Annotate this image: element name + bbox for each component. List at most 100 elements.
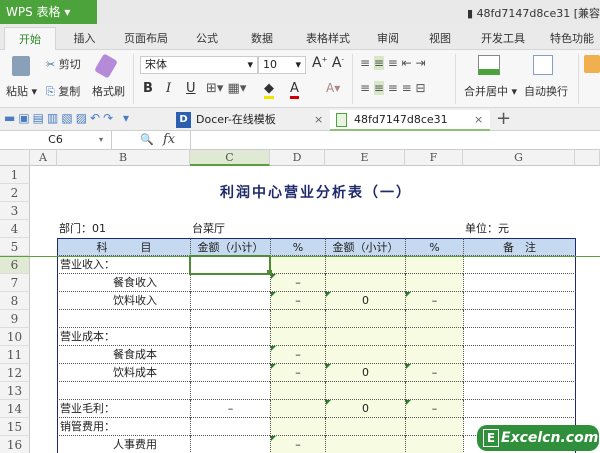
cell-c14[interactable]: – bbox=[190, 400, 270, 418]
name-box[interactable]: C6 ▾ bbox=[0, 131, 112, 150]
cell-b11[interactable]: 餐食成本 bbox=[57, 346, 190, 364]
cell-e14[interactable]: 0 bbox=[325, 400, 405, 418]
wrap-text-button[interactable]: 自动换行 bbox=[524, 83, 568, 99]
cell-b7[interactable]: 餐食收入 bbox=[57, 274, 190, 292]
tab-data[interactable]: 数据 bbox=[242, 27, 282, 50]
cell-b10[interactable]: 营业成本： bbox=[57, 328, 190, 346]
cell-b9[interactable] bbox=[57, 310, 190, 328]
wrap-text-icon[interactable] bbox=[533, 55, 553, 75]
row-header-4[interactable]: 4 bbox=[0, 220, 30, 238]
cell-b12[interactable]: 饮料成本 bbox=[57, 364, 190, 382]
cell-e13[interactable] bbox=[325, 382, 405, 400]
zoom-formula-icon[interactable]: 🔍 bbox=[140, 133, 154, 146]
cell-e10[interactable] bbox=[325, 328, 405, 346]
cell-c7[interactable] bbox=[190, 274, 270, 292]
formula-input[interactable] bbox=[190, 131, 600, 150]
tab-developer[interactable]: 开发工具 bbox=[475, 27, 531, 50]
cell-f13[interactable] bbox=[405, 382, 463, 400]
cell-c12[interactable] bbox=[190, 364, 270, 382]
cell-b16[interactable]: 人事费用 bbox=[57, 436, 190, 453]
font-size-select[interactable]: 10 ▾ bbox=[258, 56, 306, 74]
cell-e9[interactable] bbox=[325, 310, 405, 328]
cell-f12[interactable]: – bbox=[405, 364, 463, 382]
number-format-icon[interactable] bbox=[584, 55, 600, 73]
cell-g5[interactable]: 备 注 bbox=[463, 238, 576, 256]
cell-e12[interactable]: 0 bbox=[325, 364, 405, 382]
cell-c11[interactable] bbox=[190, 346, 270, 364]
cell-e5[interactable]: 金额（小计） bbox=[325, 238, 405, 256]
border-icon[interactable]: ⊞▾ ▦▾ bbox=[206, 81, 246, 96]
cell-f8[interactable]: – bbox=[405, 292, 463, 310]
column-header-a[interactable]: A bbox=[30, 150, 57, 166]
select-all-corner[interactable] bbox=[0, 150, 30, 166]
quick-access-icons[interactable]: ▬▣▤▥▧▨↶↷ ▾ bbox=[4, 111, 132, 125]
copy-button[interactable]: ⎘ 复制 bbox=[46, 83, 80, 99]
cell-d7[interactable]: – bbox=[270, 274, 325, 292]
tab-table-style[interactable]: 表格样式 bbox=[298, 27, 358, 50]
column-header-e[interactable]: E bbox=[325, 150, 405, 166]
bold-button[interactable]: B bbox=[143, 81, 153, 96]
cell-f16[interactable] bbox=[405, 436, 463, 453]
increase-font-icon[interactable]: A+ A- bbox=[312, 55, 344, 71]
tab-review[interactable]: 审阅 bbox=[368, 27, 408, 50]
fx-icon[interactable]: fx bbox=[163, 132, 175, 147]
italic-button[interactable]: I bbox=[166, 81, 171, 96]
cell-b5[interactable]: 科 目 bbox=[57, 238, 190, 256]
row-header-3[interactable]: 3 bbox=[0, 202, 30, 220]
cell-c9[interactable] bbox=[190, 310, 270, 328]
underline-button[interactable]: U bbox=[186, 81, 196, 96]
cell-b15[interactable]: 销管费用： bbox=[57, 418, 190, 436]
cell-b6[interactable]: 营业收入： bbox=[57, 256, 190, 274]
row-header-12[interactable]: 12 bbox=[0, 364, 30, 382]
cell-d9[interactable] bbox=[270, 310, 325, 328]
column-header-b[interactable]: B bbox=[57, 150, 190, 166]
cell-c10[interactable] bbox=[190, 328, 270, 346]
cell-c8[interactable] bbox=[190, 292, 270, 310]
cell-c16[interactable] bbox=[190, 436, 270, 453]
tab-home[interactable]: 开始 bbox=[4, 27, 56, 50]
tab-formulas[interactable]: 公式 bbox=[187, 27, 227, 50]
font-name-select[interactable]: 宋体 ▾ bbox=[140, 56, 258, 74]
font-color-icon[interactable]: A bbox=[290, 81, 299, 99]
format-painter-icon[interactable] bbox=[94, 53, 118, 79]
row-header-11[interactable]: 11 bbox=[0, 346, 30, 364]
cell-c15[interactable] bbox=[190, 418, 270, 436]
tab-insert[interactable]: 插入 bbox=[62, 27, 107, 50]
tab-view[interactable]: 视图 bbox=[420, 27, 460, 50]
cut-button[interactable]: ✂ 剪切 bbox=[46, 56, 81, 72]
wps-menu-button[interactable]: WPS 表格 ▾ bbox=[0, 0, 97, 24]
row-header-2[interactable]: 2 bbox=[0, 184, 30, 202]
cell-f15[interactable] bbox=[405, 418, 463, 436]
cell-b8[interactable]: 饮料收入 bbox=[57, 292, 190, 310]
tab-page-layout[interactable]: 页面布局 bbox=[115, 27, 177, 50]
cell-e15[interactable] bbox=[325, 418, 405, 436]
format-painter-button[interactable]: 格式刷 bbox=[92, 83, 125, 99]
cell-g14[interactable] bbox=[463, 400, 576, 418]
close-tab-icon[interactable]: × bbox=[474, 113, 483, 126]
row-header-10[interactable]: 10 bbox=[0, 328, 30, 346]
cell-g8[interactable] bbox=[463, 292, 576, 310]
cell-g7[interactable] bbox=[463, 274, 576, 292]
cell-e8[interactable]: 0 bbox=[325, 292, 405, 310]
cell-g12[interactable] bbox=[463, 364, 576, 382]
cell-c5[interactable]: 金额（小计） bbox=[190, 238, 270, 256]
cell-f11[interactable] bbox=[405, 346, 463, 364]
cell-d5[interactable]: % bbox=[270, 238, 325, 256]
new-tab-icon[interactable]: + bbox=[496, 108, 511, 129]
cell-d6[interactable] bbox=[270, 256, 325, 274]
paste-icon[interactable] bbox=[12, 56, 30, 76]
vertical-align-icons[interactable]: ≡ ≡ ≡ ⇤ ⇥ bbox=[360, 56, 426, 70]
cell-g10[interactable] bbox=[463, 328, 576, 346]
cell-d15[interactable] bbox=[270, 418, 325, 436]
cell-d13[interactable] bbox=[270, 382, 325, 400]
row-header-1[interactable]: 1 bbox=[0, 166, 30, 184]
cell-d11[interactable]: – bbox=[270, 346, 325, 364]
row-header-6[interactable]: 6 bbox=[0, 256, 30, 274]
active-cell-c6[interactable] bbox=[189, 255, 271, 275]
fill-color-icon[interactable]: ◆ bbox=[264, 81, 274, 99]
cell-e6[interactable] bbox=[325, 256, 405, 274]
cell-e7[interactable] bbox=[325, 274, 405, 292]
close-tab-icon[interactable]: × bbox=[314, 113, 323, 126]
paste-button[interactable]: 粘贴 ▾ bbox=[6, 83, 37, 99]
cell-f5[interactable]: % bbox=[405, 238, 463, 256]
